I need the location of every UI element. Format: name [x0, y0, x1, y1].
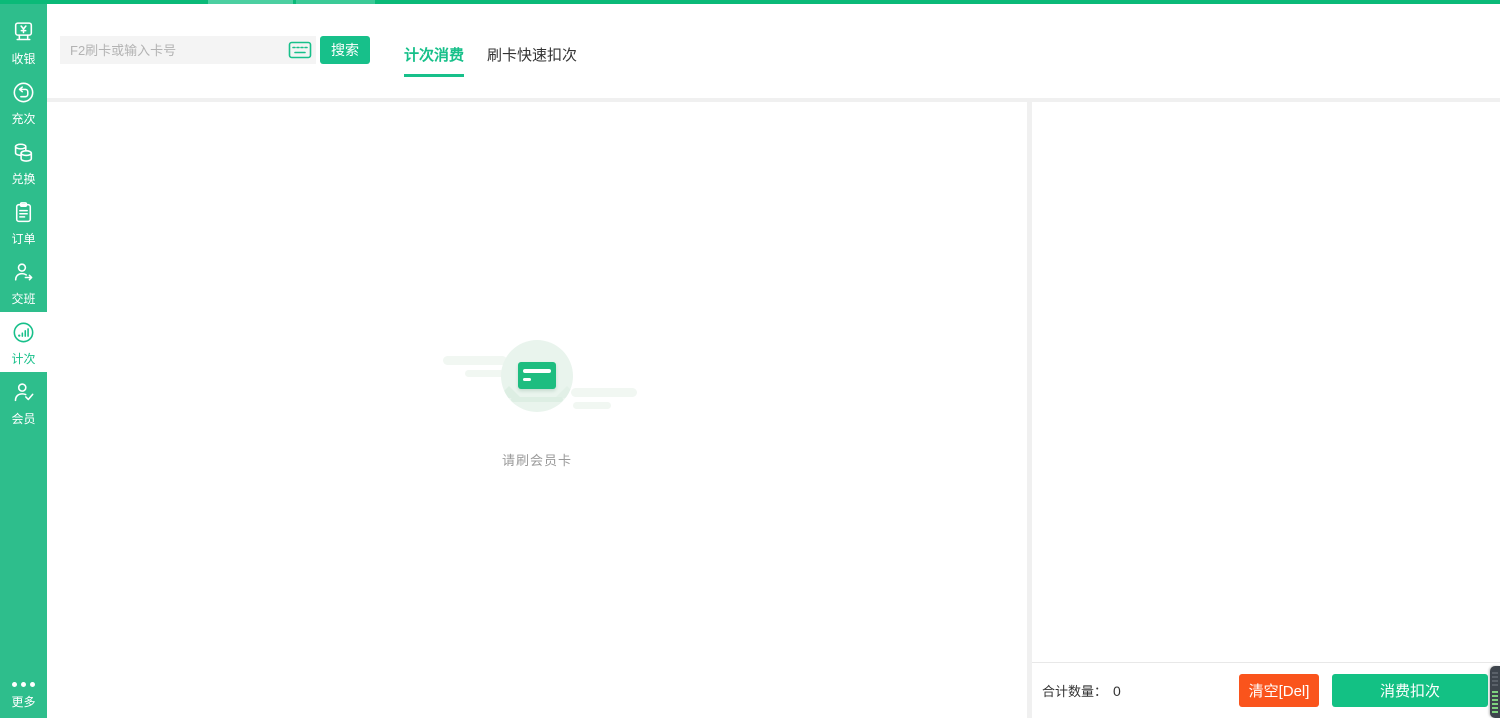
- sidebar-item-label: 会员: [11, 413, 35, 425]
- sidebar-item-more[interactable]: 更多: [0, 682, 47, 710]
- sidebar-item-label: 充次: [11, 113, 35, 125]
- header: 搜索 计次消费 刷卡快速扣次: [47, 4, 1500, 98]
- cash-register-icon: [11, 20, 36, 50]
- times-count-icon: [11, 320, 36, 350]
- empty-state: 请刷会员卡: [47, 340, 1027, 469]
- tab-times-consume[interactable]: 计次消费: [404, 44, 464, 77]
- search-input[interactable]: [60, 36, 316, 64]
- handle-gray-stripes: [1492, 672, 1498, 688]
- tab-bar: 计次消费 刷卡快速扣次: [404, 44, 577, 77]
- consume-deduct-button[interactable]: 消费扣次: [1332, 674, 1488, 707]
- sidebar-item-label: 收银: [11, 53, 35, 65]
- sidebar-item-label: 兑换: [11, 173, 35, 185]
- cart-bottom-bar: 合计数量： 0 清空[Del] 消费扣次: [1032, 663, 1500, 718]
- member-card-icon: [518, 362, 556, 389]
- sidebar-item-shift-change[interactable]: 交班: [0, 252, 47, 312]
- floating-toolbar-handle[interactable]: [1490, 666, 1500, 718]
- search-bar: 搜索: [60, 36, 370, 64]
- empty-state-message: 请刷会员卡: [502, 450, 572, 469]
- sidebar-item-times-count[interactable]: 计次: [0, 312, 47, 372]
- app-window: 收银 充次 兑换: [0, 0, 1500, 718]
- clear-button[interactable]: 清空[Del]: [1239, 674, 1319, 707]
- ground-shape: [511, 397, 563, 402]
- tab-swipe-quick-deduct[interactable]: 刷卡快速扣次: [487, 44, 577, 77]
- cloud-shape: [443, 356, 507, 365]
- exchange-icon: [11, 140, 36, 170]
- recharge-times-icon: [11, 80, 36, 110]
- sidebar-item-members[interactable]: 会员: [0, 372, 47, 432]
- empty-state-circle: [501, 340, 573, 412]
- sidebar-item-orders[interactable]: 订单: [0, 192, 47, 252]
- main-panel: 请刷会员卡: [47, 102, 1027, 718]
- keyboard-icon[interactable]: [288, 41, 312, 59]
- cart-actions: 清空[Del] 消费扣次: [1239, 674, 1488, 707]
- topbar-segment: [208, 0, 293, 4]
- total-quantity-label: 合计数量：: [1042, 681, 1107, 700]
- sidebar-item-label: 交班: [11, 293, 35, 305]
- empty-state-art: [437, 340, 637, 424]
- sidebar-item-label: 计次: [11, 353, 35, 365]
- cloud-shape: [573, 402, 611, 409]
- sidebar: 收银 充次 兑换: [0, 4, 47, 718]
- cloud-shape: [465, 370, 505, 377]
- search-button[interactable]: 搜索: [320, 36, 370, 64]
- shift-change-icon: [11, 260, 36, 290]
- member-icon: [11, 380, 36, 410]
- sidebar-item-cashier[interactable]: 收银: [0, 12, 47, 72]
- cloud-shape: [571, 388, 637, 397]
- handle-green-stripes: [1492, 691, 1498, 713]
- top-accent-bar: [0, 0, 1500, 4]
- total-quantity: 合计数量： 0: [1042, 681, 1121, 700]
- cart-panel: 合计数量： 0 清空[Del] 消费扣次: [1032, 102, 1500, 718]
- sidebar-item-exchange[interactable]: 兑换: [0, 132, 47, 192]
- total-quantity-value: 0: [1113, 683, 1121, 699]
- sidebar-item-label: 订单: [11, 233, 35, 245]
- sidebar-item-recharge-times[interactable]: 充次: [0, 72, 47, 132]
- sidebar-items: 收银 充次 兑换: [0, 4, 47, 432]
- topbar-segment: [296, 0, 375, 4]
- orders-icon: [11, 200, 36, 230]
- more-ellipsis-icon: [12, 682, 35, 687]
- sidebar-item-label: 更多: [11, 693, 35, 710]
